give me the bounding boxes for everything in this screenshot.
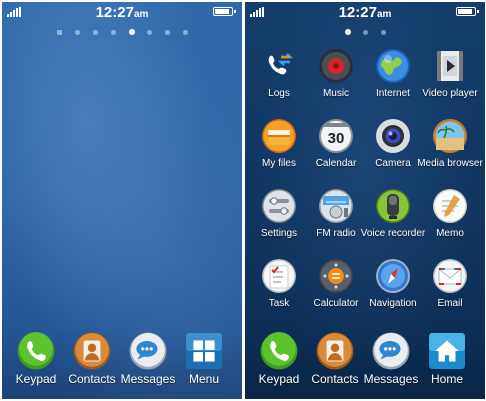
calculator-icon: [318, 258, 354, 294]
app-memo[interactable]: Memo: [417, 188, 483, 254]
settings-icon: [261, 188, 297, 224]
home-icon: [428, 332, 466, 370]
contacts-icon: [316, 332, 354, 370]
page-dot[interactable]: [75, 30, 80, 35]
app-label: Email: [437, 298, 463, 309]
task-icon: [261, 258, 297, 294]
dock: Keypad Contacts Messages Menu: [2, 330, 242, 399]
page-dot[interactable]: [129, 29, 135, 35]
logs-icon: [261, 48, 297, 84]
clock: 12:27am: [338, 4, 392, 21]
battery-icon: [213, 7, 236, 16]
app-label: Video player: [422, 88, 478, 99]
calendar-icon: 30: [318, 118, 354, 154]
compass-icon: [375, 258, 411, 294]
messages-icon: [372, 332, 410, 370]
app-home[interactable]: Home: [417, 330, 477, 392]
music-icon: [318, 48, 354, 84]
page-dot[interactable]: [183, 30, 188, 35]
battery-level: [215, 9, 229, 14]
page-dot[interactable]: [57, 30, 62, 35]
menu-grid-icon: [185, 332, 223, 370]
folder-icon: [261, 118, 297, 154]
app-video-player[interactable]: Video player: [417, 48, 483, 114]
status-bar: 12:27am: [245, 2, 485, 22]
voice-recorder-icon: [375, 188, 411, 224]
media-browser-icon: [432, 118, 468, 154]
contacts-icon: [73, 332, 111, 370]
video-player-icon: [432, 48, 468, 84]
camera-icon: [375, 118, 411, 154]
page-indicator[interactable]: [245, 28, 485, 38]
home-screen: 12:27am Keypad Contacts Messages Menu: [2, 2, 242, 399]
messages-icon: [129, 332, 167, 370]
page-dot[interactable]: [363, 30, 368, 35]
app-menu-screen: 12:27am Logs Music Internet Video player My …: [245, 2, 485, 399]
email-icon: [432, 258, 468, 294]
page-dot[interactable]: [111, 30, 116, 35]
page-dot[interactable]: [345, 29, 351, 35]
status-bar: 12:27am: [2, 2, 242, 22]
app-label: Menu: [188, 372, 220, 386]
clock: 12:27am: [95, 4, 149, 21]
app-label: Memo: [436, 228, 464, 239]
page-indicator[interactable]: [2, 28, 242, 38]
app-media-browser[interactable]: Media browser: [417, 118, 483, 184]
app-label: Home: [430, 372, 463, 386]
svg-text:30: 30: [328, 130, 345, 147]
radio-icon: [318, 188, 354, 224]
globe-icon: [375, 48, 411, 84]
app-menu[interactable]: Menu: [174, 330, 234, 392]
phone-icon: [17, 332, 55, 370]
memo-icon: [432, 188, 468, 224]
page-dot[interactable]: [93, 30, 98, 35]
battery-level: [458, 9, 472, 14]
dock: Keypad Contacts Messages Home: [245, 330, 485, 399]
page-dot[interactable]: [165, 30, 170, 35]
app-email[interactable]: Email: [417, 258, 483, 324]
page-dot[interactable]: [381, 30, 386, 35]
battery-icon: [456, 7, 479, 16]
page-dot[interactable]: [147, 30, 152, 35]
phone-icon: [260, 332, 298, 370]
app-label: Media browser: [417, 158, 483, 169]
